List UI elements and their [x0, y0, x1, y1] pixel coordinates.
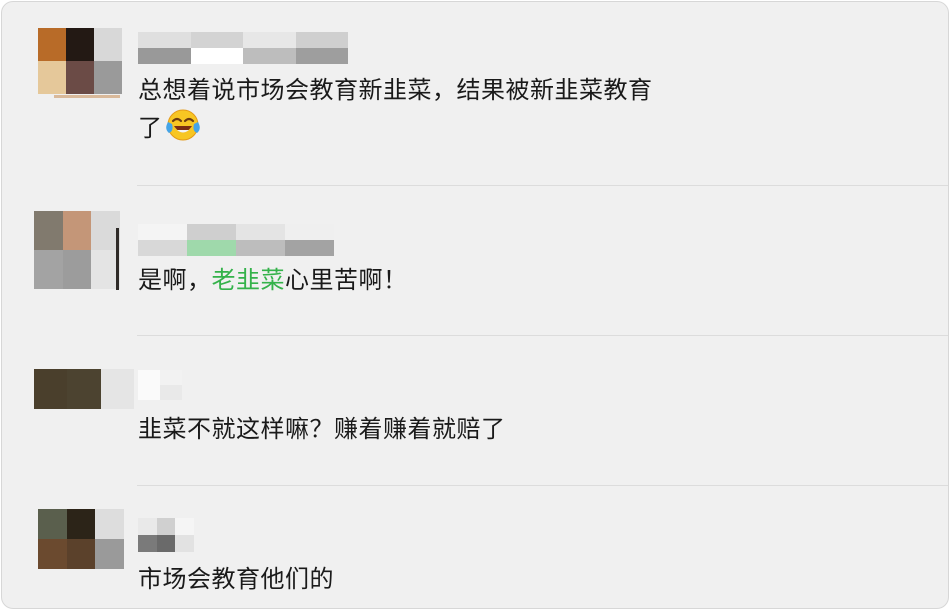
mosaic-tile — [138, 32, 191, 48]
mosaic-tile — [38, 61, 66, 94]
mosaic-tile — [34, 369, 68, 389]
username-blurred[interactable] — [138, 518, 194, 552]
mosaic-tile — [187, 240, 236, 256]
mosaic-tile — [175, 535, 194, 552]
mosaic-tile — [190, 32, 243, 48]
mosaic-tile — [160, 370, 182, 385]
mosaic-tile — [38, 539, 67, 569]
mosaic-tile — [243, 32, 296, 48]
divider — [137, 185, 948, 186]
username-blurred[interactable] — [138, 370, 182, 400]
mosaic-tile — [138, 535, 157, 552]
mosaic-tile — [295, 32, 348, 48]
mosaic-tile — [138, 224, 187, 240]
mosaic-tile — [138, 240, 187, 256]
mosaic-tile — [236, 224, 285, 240]
comment-text-line-1: 总想着说市场会教育新韭菜，结果被新韭菜教育 — [138, 76, 653, 104]
mosaic-tile — [66, 539, 96, 569]
comment-text: 市场会教育他们的 — [138, 565, 334, 593]
tears-of-joy-emoji-icon — [165, 109, 200, 141]
mosaic-tile — [236, 240, 285, 256]
avatar-edge — [116, 228, 119, 290]
mosaic-tile — [285, 224, 334, 240]
avatar[interactable] — [34, 369, 134, 409]
mosaic-tile — [34, 250, 63, 289]
mosaic-tile — [38, 509, 67, 539]
mosaic-tile — [66, 61, 94, 94]
mosaic-tile — [138, 370, 160, 385]
mosaic-tile — [67, 369, 101, 389]
mosaic-tile — [156, 518, 176, 535]
mosaic-tile — [38, 28, 66, 61]
mosaic-tile — [67, 389, 101, 409]
comment-text: 是啊，老韭菜心里苦啊！ — [138, 266, 408, 294]
avatar[interactable] — [34, 211, 120, 289]
mosaic-tile — [138, 48, 191, 64]
mosaic-tile — [160, 385, 182, 400]
mosaic-tile — [100, 369, 134, 389]
mosaic-tile — [34, 211, 63, 250]
avatar-shadow — [54, 95, 120, 98]
mosaic-tile — [66, 509, 96, 539]
mosaic-tile — [62, 211, 92, 250]
comment-panel: 总想着说市场会教育新韭菜，结果被新韭菜教育 了 是啊，老韭菜心里苦啊！ 韭菜不就… — [1, 1, 949, 609]
mosaic-tile — [34, 389, 68, 409]
mosaic-tile — [190, 48, 243, 64]
mosaic-tile — [156, 535, 176, 552]
mosaic-tile — [100, 389, 134, 409]
username-blurred[interactable] — [138, 224, 334, 256]
mosaic-tile — [243, 48, 296, 64]
mosaic-tile — [62, 250, 92, 289]
avatar[interactable] — [38, 28, 122, 94]
mosaic-tile — [285, 240, 334, 256]
username-blurred[interactable] — [138, 32, 348, 64]
mosaic-tile — [95, 509, 124, 539]
divider — [137, 485, 948, 486]
comment-text: 韭菜不就这样嘛？赚着赚着就赔了 — [138, 415, 506, 443]
mosaic-tile — [138, 518, 157, 535]
divider — [137, 335, 948, 336]
highlighted-keyword-link[interactable]: 老韭菜 — [212, 266, 286, 294]
mosaic-tile — [95, 539, 124, 569]
mosaic-tile — [94, 61, 122, 94]
mosaic-tile — [187, 224, 236, 240]
mosaic-tile — [295, 48, 348, 64]
mosaic-tile — [175, 518, 194, 535]
mosaic-tile — [94, 28, 122, 61]
comment-text-line-2: 了 — [138, 108, 653, 146]
mosaic-tile — [138, 385, 160, 400]
avatar[interactable] — [38, 509, 124, 569]
comment-text: 总想着说市场会教育新韭菜，结果被新韭菜教育 了 — [138, 72, 653, 146]
mosaic-tile — [66, 28, 94, 61]
